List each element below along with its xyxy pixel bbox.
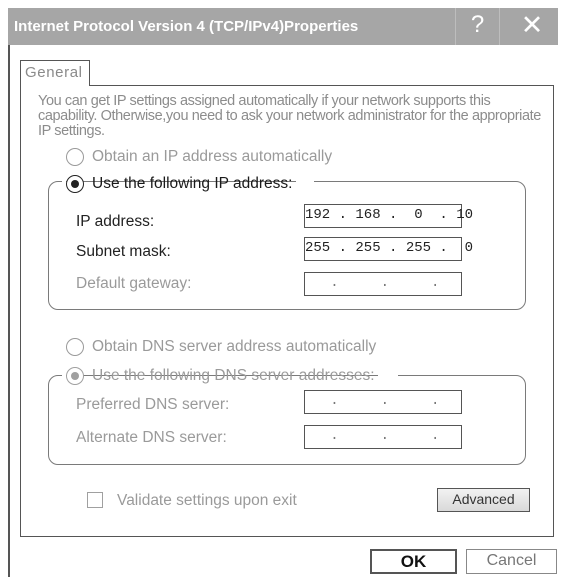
default-gateway-input[interactable]: . . . [304, 272, 462, 296]
help-button[interactable]: ? [455, 8, 500, 45]
help-icon: ? [470, 11, 485, 38]
validate-checkbox[interactable] [87, 492, 103, 508]
radio-button[interactable] [66, 148, 84, 166]
close-button[interactable]: ✕ [506, 8, 558, 45]
close-icon: ✕ [520, 10, 544, 40]
radio-button[interactable] [66, 175, 84, 193]
radio-label: Obtain an IP address automatically [92, 148, 333, 165]
radio-button[interactable] [66, 367, 84, 385]
subnet-mask-label: Subnet mask: [76, 243, 171, 260]
group-gap [378, 372, 398, 378]
tcpip-properties-dialog: Internet Protocol Version 4 (TCP/IPv4)Pr… [8, 8, 558, 577]
dns-server-group [48, 375, 526, 465]
tab-general[interactable]: General [20, 60, 90, 86]
preferred-dns-label: Preferred DNS server: [76, 396, 230, 413]
validate-label: Validate settings upon exit [117, 492, 297, 509]
window-border [8, 45, 10, 577]
advanced-button[interactable]: Advanced [437, 488, 530, 512]
title-bar[interactable]: Internet Protocol Version 4 (TCP/IPv4)Pr… [8, 8, 558, 45]
description-text: You can get IP settings assigned automat… [38, 93, 541, 139]
radio-label: Use the following DNS server addresses: [92, 367, 375, 384]
radio-label: Obtain DNS server address automatically [92, 338, 377, 355]
alternate-dns-input[interactable]: . . . [304, 425, 462, 449]
ip-address-input[interactable]: 192 . 168 . 0 . 10 [304, 204, 473, 228]
subnet-mask-input[interactable]: 255 . 255 . 255 . 0 [304, 237, 473, 261]
radio-button[interactable] [66, 338, 84, 356]
ip-address-label: IP address: [76, 213, 155, 230]
window-title: Internet Protocol Version 4 (TCP/IPv4)Pr… [14, 18, 359, 35]
default-gateway-label: Default gateway: [76, 275, 192, 292]
preferred-dns-input[interactable]: . . . [304, 390, 462, 414]
radio-label: Use the following IP address: [92, 175, 293, 192]
alternate-dns-label: Alternate DNS server: [76, 429, 227, 446]
cancel-button[interactable]: Cancel [466, 549, 557, 574]
ok-button[interactable]: OK [370, 549, 457, 574]
group-gap [296, 178, 314, 184]
